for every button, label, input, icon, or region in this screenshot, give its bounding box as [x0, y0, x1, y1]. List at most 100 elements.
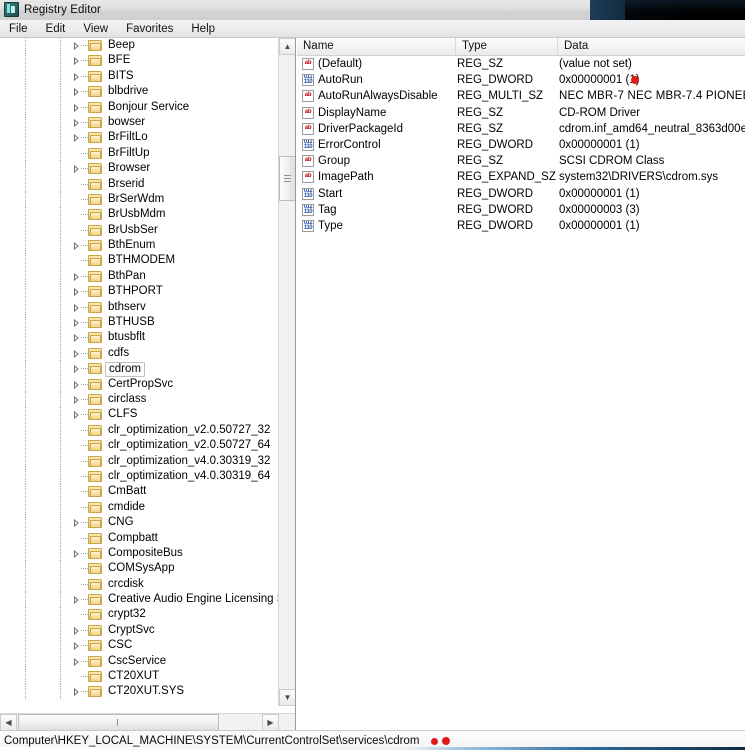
tree-item-label: BrUsbMdm [108, 208, 166, 221]
scroll-left-arrow-icon[interactable]: ◀ [0, 714, 17, 730]
tree-item-bthenum[interactable]: BthEnum [0, 238, 281, 254]
chevron-right-icon[interactable] [72, 272, 80, 281]
chevron-right-icon[interactable] [72, 319, 80, 328]
tree-item-clr-optimization-v4-0-30319-32[interactable]: clr_optimization_v4.0.30319_32 [0, 453, 281, 469]
chevron-right-icon[interactable] [72, 118, 80, 127]
string-value-icon: ab [302, 106, 314, 119]
tree-item-creative-audio-engine-licensing-s[interactable]: Creative Audio Engine Licensing S [0, 592, 281, 608]
tree-item-bthmodem[interactable]: BTHMODEM [0, 253, 281, 269]
column-header-name[interactable]: Name [297, 38, 456, 55]
tree-scrollbar-thumb[interactable] [279, 156, 295, 201]
tree-item-clfs[interactable]: CLFS [0, 407, 281, 423]
tree-vertical-scrollbar[interactable]: ▲ ▼ [278, 38, 295, 706]
value-row[interactable]: ab ImagePath REG_EXPAND_SZ system32\DRIVERS… [297, 169, 745, 185]
tree-item-bfe[interactable]: BFE [0, 53, 281, 69]
chevron-right-icon[interactable] [72, 165, 80, 174]
chevron-right-icon[interactable] [72, 395, 80, 404]
chevron-right-icon[interactable] [72, 57, 80, 66]
tree-item-circlass[interactable]: circlass [0, 391, 281, 408]
menu-item-favorites[interactable]: Favorites [117, 21, 182, 37]
tree-item-comsysapp[interactable]: COMSysApp [0, 561, 281, 577]
chevron-right-icon[interactable] [72, 642, 80, 651]
value-row[interactable]: 011 110 Type REG_DWORD 0x00000001 (1) [297, 218, 745, 234]
value-row[interactable]: 011 110 Start REG_DWORD 0x00000001 (1) [297, 186, 745, 202]
tree-horizontal-scrollbar[interactable]: ◀ ▶ [0, 713, 295, 730]
tree-item-bits[interactable]: BITS [0, 68, 281, 85]
tree-item-cmbatt[interactable]: CmBatt [0, 484, 281, 500]
tree-item-brusbmdm[interactable]: BrUsbMdm [0, 207, 281, 223]
menu-item-view[interactable]: View [74, 21, 117, 37]
tree-item-brserid[interactable]: Brserid [0, 176, 281, 192]
value-row[interactable]: ab DisplayName REG_SZ CD-ROM Driver [297, 105, 745, 121]
chevron-right-icon[interactable] [72, 88, 80, 97]
tree-item-bthserv[interactable]: bthserv [0, 299, 281, 316]
chevron-right-icon[interactable] [72, 134, 80, 143]
tree-item-bthusb[interactable]: BTHUSB [0, 315, 281, 331]
tree-item-brfiltup[interactable]: BrFiltUp [0, 145, 281, 162]
tree-guide-line [25, 222, 26, 239]
value-row[interactable]: 011 110 AutoRun REG_DWORD 0x00000001 (1) [297, 72, 745, 88]
tree-item-brusbser[interactable]: BrUsbSer [0, 222, 281, 239]
scroll-right-arrow-icon[interactable]: ▶ [262, 714, 279, 730]
chevron-right-icon[interactable] [72, 596, 80, 605]
tree-item-bthpan[interactable]: BthPan [0, 268, 281, 285]
scroll-down-arrow-icon[interactable]: ▼ [279, 689, 295, 706]
tree-item-cmdide[interactable]: cmdide [0, 499, 281, 516]
tree-item-btusbflt[interactable]: btusbflt [0, 330, 281, 346]
value-row[interactable]: 011 110 ErrorControl REG_DWORD 0x00000001 (1… [297, 137, 745, 153]
tree-item-brserwdm[interactable]: BrSerWdm [0, 191, 281, 208]
tree-item-clr-optimization-v2-0-50727-32[interactable]: clr_optimization_v2.0.50727_32 [0, 422, 281, 439]
tree-item-blbdrive[interactable]: blbdrive [0, 84, 281, 100]
value-row[interactable]: ab (Default) REG_SZ (value not set) [297, 56, 745, 72]
tree-item-bowser[interactable]: bowser [0, 114, 281, 131]
chevron-right-icon[interactable] [72, 72, 80, 81]
chevron-right-icon[interactable] [72, 365, 80, 374]
chevron-right-icon[interactable] [72, 657, 80, 666]
tree-item-cdfs[interactable]: cdfs [0, 345, 281, 362]
tree-item-compositebus[interactable]: CompositeBus [0, 545, 281, 562]
tree-item-crypt32[interactable]: crypt32 [0, 607, 281, 623]
chevron-right-icon[interactable] [72, 411, 80, 420]
chevron-right-icon[interactable] [72, 626, 80, 635]
chevron-right-icon[interactable] [72, 303, 80, 312]
tree-item-bthport[interactable]: BTHPORT [0, 284, 281, 300]
menu-item-help[interactable]: Help [182, 21, 224, 37]
value-row[interactable]: ab AutoRunAlwaysDisable REG_MULTI_SZ NEC MB… [297, 88, 745, 104]
scroll-up-arrow-icon[interactable]: ▲ [279, 38, 295, 55]
chevron-right-icon[interactable] [72, 380, 80, 389]
tree-item-cdrom[interactable]: cdrom [0, 361, 281, 378]
value-row[interactable]: ab Group REG_SZ SCSI CDROM Class [297, 153, 745, 169]
chevron-right-icon[interactable] [72, 42, 80, 50]
tree-item-ct20xut-sys[interactable]: CT20XUT.SYS [0, 684, 281, 700]
tree-item-cryptsvc[interactable]: CryptSvc [0, 622, 281, 639]
value-row[interactable]: 011 110 Tag REG_DWORD 0x00000003 (3) [297, 202, 745, 218]
chevron-right-icon[interactable] [72, 549, 80, 558]
tree-item-certpropsvc[interactable]: CertPropSvc [0, 376, 281, 392]
tree-item-beep[interactable]: Beep [0, 38, 281, 54]
tree-hscrollbar-thumb[interactable] [18, 714, 219, 730]
tree-item-crcdisk[interactable]: crcdisk [0, 576, 281, 593]
tree-item-clr-optimization-v4-0-30319-64[interactable]: clr_optimization_v4.0.30319_64 [0, 468, 281, 485]
chevron-right-icon[interactable] [72, 103, 80, 112]
tree-item-brfiltlo[interactable]: BrFiltLo [0, 130, 281, 146]
menu-item-file[interactable]: File [0, 21, 37, 37]
menu-item-edit[interactable]: Edit [37, 21, 75, 37]
tree-item-bonjour-service[interactable]: Bonjour Service [0, 99, 281, 115]
tree-item-cng[interactable]: CNG [0, 515, 281, 531]
tree-item-ct20xut[interactable]: CT20XUT [0, 669, 281, 685]
chevron-right-icon[interactable] [72, 688, 80, 697]
tree-item-csc[interactable]: CSC [0, 638, 281, 654]
chevron-right-icon[interactable] [72, 288, 80, 297]
chevron-right-icon[interactable] [72, 519, 80, 528]
tree-item-compbatt[interactable]: Compbatt [0, 530, 281, 546]
chevron-right-icon[interactable] [72, 349, 80, 358]
column-header-type[interactable]: Type [456, 38, 558, 55]
tree-item-cscservice[interactable]: CscService [0, 653, 281, 670]
title-bar[interactable]: Registry Editor [0, 0, 590, 19]
tree-item-browser[interactable]: Browser [0, 161, 281, 177]
column-header-data[interactable]: Data [558, 38, 745, 55]
chevron-right-icon[interactable] [72, 242, 80, 251]
tree-item-clr-optimization-v2-0-50727-64[interactable]: clr_optimization_v2.0.50727_64 [0, 438, 281, 454]
value-row[interactable]: ab DriverPackageId REG_SZ cdrom.inf_amd64_n… [297, 121, 745, 137]
chevron-right-icon[interactable] [72, 334, 80, 343]
